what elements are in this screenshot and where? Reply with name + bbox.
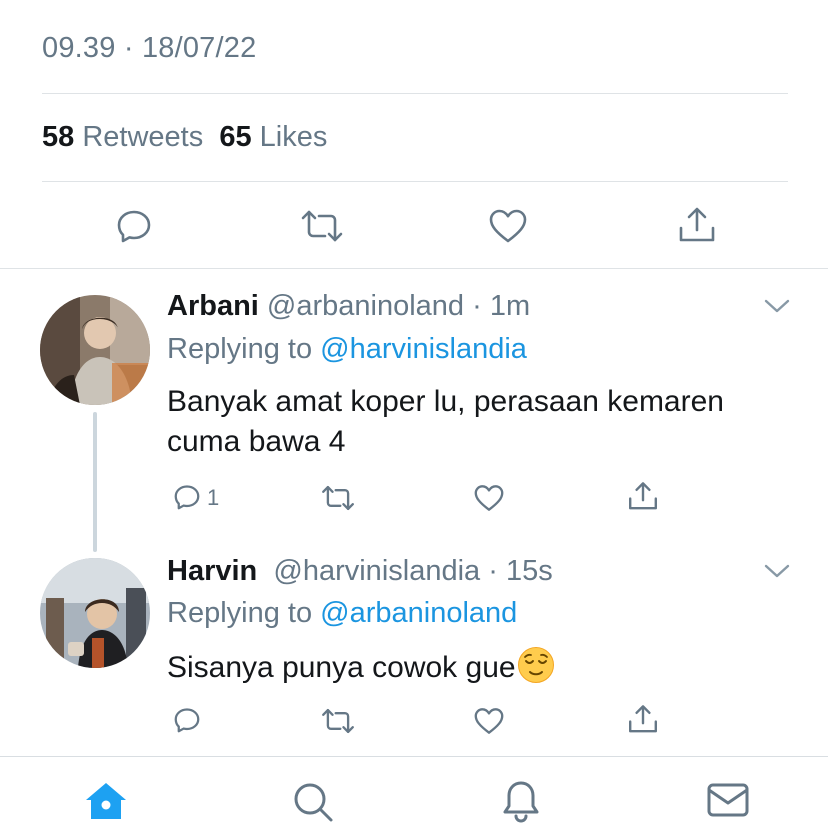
bell-icon[interactable] bbox=[501, 779, 541, 823]
share-icon[interactable] bbox=[677, 206, 717, 246]
search-icon[interactable] bbox=[292, 781, 334, 823]
reply-time: 1m bbox=[489, 290, 531, 322]
like-count[interactable]: 65 bbox=[219, 121, 251, 153]
divider bbox=[42, 181, 788, 182]
tweet-stats: 58 Retweets 65 Likes bbox=[42, 121, 327, 154]
chevron-down-icon[interactable] bbox=[764, 563, 790, 579]
chevron-down-icon[interactable] bbox=[764, 298, 790, 314]
reply-header: Harvin @harvinislandia · 15s bbox=[167, 555, 553, 587]
share-icon[interactable] bbox=[627, 481, 659, 513]
retweet-count[interactable]: 58 bbox=[42, 121, 74, 153]
reply-header: Arbani @arbaninoland · 1m bbox=[167, 290, 531, 322]
retweet-icon[interactable] bbox=[320, 707, 356, 735]
retweet-icon[interactable] bbox=[320, 484, 356, 512]
replying-to: Replying to @arbaninoland bbox=[167, 597, 517, 630]
share-icon[interactable] bbox=[627, 704, 659, 736]
author-handle[interactable]: @arbaninoland bbox=[267, 290, 464, 322]
divider bbox=[0, 268, 828, 269]
heart-icon[interactable] bbox=[488, 208, 528, 244]
relieved-face-emoji-icon bbox=[517, 646, 555, 684]
retweet-icon[interactable] bbox=[300, 208, 344, 244]
thread-line bbox=[93, 412, 97, 552]
like-label[interactable]: Likes bbox=[260, 121, 328, 153]
home-icon[interactable] bbox=[84, 781, 128, 821]
reply-time: 15s bbox=[505, 555, 553, 587]
reply-text: Sisanya punya cowok gue bbox=[167, 651, 516, 684]
tweet-timestamp: 09.39 · 18/07/22 bbox=[42, 32, 257, 64]
reply-text-row: Sisanya punya cowok gue bbox=[167, 646, 787, 688]
retweet-label[interactable]: Retweets bbox=[82, 121, 203, 153]
bottom-tab-bar bbox=[0, 757, 828, 838]
replying-handle-link[interactable]: @harvinislandia bbox=[320, 333, 527, 365]
author-name[interactable]: Arbani bbox=[167, 290, 259, 322]
divider bbox=[42, 93, 788, 94]
avatar[interactable] bbox=[40, 558, 150, 668]
replying-prefix: Replying to bbox=[167, 597, 313, 629]
reply-text: Banyak amat koper lu, perasaan kemaren c… bbox=[167, 385, 724, 458]
reply-count: 1 bbox=[207, 485, 220, 510]
author-handle[interactable]: @harvinislandia bbox=[273, 555, 480, 587]
avatar[interactable] bbox=[40, 295, 150, 405]
heart-icon[interactable] bbox=[473, 484, 505, 512]
replying-to: Replying to @harvinislandia bbox=[167, 333, 527, 366]
mail-icon[interactable] bbox=[707, 783, 749, 817]
reply-icon[interactable] bbox=[172, 482, 202, 512]
author-name[interactable]: Harvin bbox=[167, 555, 257, 587]
replying-prefix: Replying to bbox=[167, 333, 313, 365]
replying-handle-link[interactable]: @arbaninoland bbox=[320, 597, 517, 629]
heart-icon[interactable] bbox=[473, 707, 505, 735]
reply-icon[interactable] bbox=[172, 705, 202, 735]
reply-icon[interactable] bbox=[114, 206, 154, 246]
